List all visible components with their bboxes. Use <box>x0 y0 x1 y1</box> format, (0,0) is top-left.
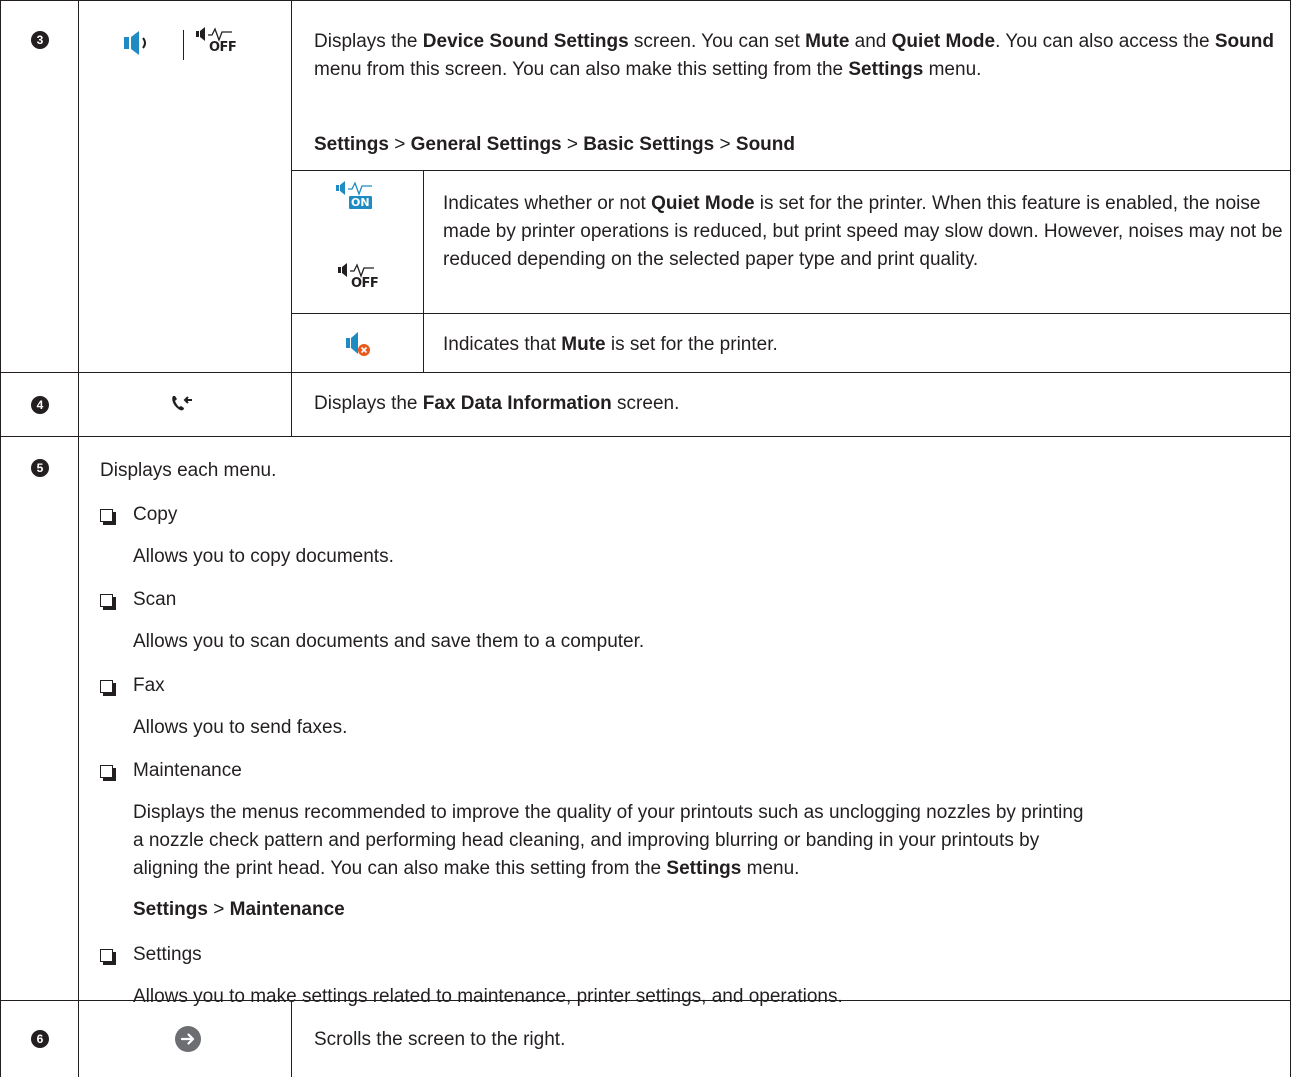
row-number-4: 4 <box>31 396 49 414</box>
rule-left <box>0 0 1 1077</box>
checkbox-bullet-scan <box>100 594 116 610</box>
row-number-3: 3 <box>31 31 49 49</box>
maintenance-desc-line-2: a nozzle check pattern and performing he… <box>133 830 1040 851</box>
row-number-6: 6 <box>31 1030 49 1048</box>
quiet-mode-on-icon: ON <box>336 180 386 216</box>
rule-top <box>0 0 1291 1</box>
quiet-off-label: OFF <box>209 40 237 55</box>
maintenance-desc-line-3: aligning the print head. You can also ma… <box>133 858 800 879</box>
scroll-right-icon <box>175 1026 201 1058</box>
checkbox-bullet-settings <box>100 949 116 965</box>
rule-row3-bottom <box>0 372 1291 373</box>
row-number-5: 5 <box>31 459 49 477</box>
row5-intro: Displays each menu. <box>100 460 277 481</box>
quiet-mode-off-icon: OFF <box>196 26 258 66</box>
row4-description: Displays the Fax Data Information screen… <box>314 393 680 414</box>
menu-item-maintenance: Maintenance <box>133 760 242 781</box>
rule-sub-col <box>423 170 424 372</box>
rule-num-col <box>78 0 79 1077</box>
quiet-mode-off-icon-small: OFF <box>338 262 388 298</box>
quiet-on-label: ON <box>349 196 372 209</box>
rule-row4-bottom <box>0 436 1291 437</box>
quiet-off-label-small: OFF <box>351 276 379 291</box>
maintenance-settings-path: Settings > Maintenance <box>133 899 345 920</box>
rule-sub-mid <box>291 313 1290 314</box>
checkbox-bullet-fax <box>100 680 116 696</box>
row3-description: Displays the Device Sound Settings scree… <box>314 31 1274 80</box>
menu-item-settings: Settings <box>133 944 202 965</box>
checkbox-bullet-copy <box>100 509 116 525</box>
menu-item-scan: Scan <box>133 589 177 610</box>
rule-icon-col-a <box>291 0 292 436</box>
quiet-mode-description: Indicates whether or not Quiet Mode is s… <box>443 193 1283 270</box>
fax-data-icon <box>170 393 194 419</box>
speaker-icon <box>124 30 156 62</box>
rule-sub-top <box>291 170 1290 171</box>
row6-description: Scrolls the screen to the right. <box>314 1029 566 1050</box>
maintenance-desc-line-1: Displays the menus recommended to improv… <box>133 802 1084 823</box>
mute-icon <box>346 331 372 363</box>
checkbox-bullet-maintenance <box>100 765 116 781</box>
mute-description: Indicates that Mute is set for the print… <box>443 334 778 355</box>
menu-item-fax: Fax <box>133 675 165 696</box>
menu-item-fax-desc: Allows you to send faxes. <box>133 717 348 738</box>
menu-item-scan-desc: Allows you to scan documents and save th… <box>133 631 645 652</box>
row3-settings-path: Settings > General Settings > Basic Sett… <box>314 134 796 155</box>
menu-item-copy-desc: Allows you to copy documents. <box>133 546 394 567</box>
icon-divider <box>183 30 184 60</box>
menu-item-copy: Copy <box>133 504 178 525</box>
menu-item-settings-desc: Allows you to make settings related to m… <box>133 986 843 1007</box>
rule-icon-col-b <box>291 1000 292 1077</box>
